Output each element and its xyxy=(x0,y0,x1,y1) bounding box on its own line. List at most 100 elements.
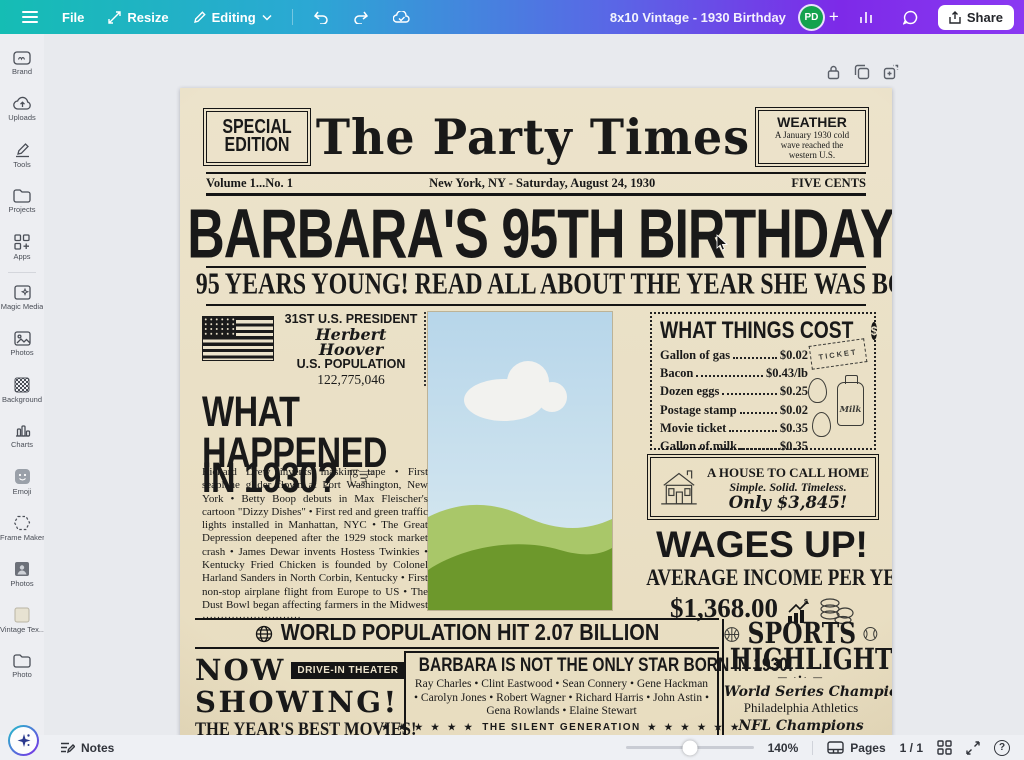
page-controls xyxy=(826,64,899,80)
canvas-area: SPECIAL EDITION The Party Times WEATHER … xyxy=(44,34,1024,735)
document-title[interactable]: 8x10 Vintage - 1930 Birthday xyxy=(610,10,786,25)
tools-icon xyxy=(14,142,31,158)
cloud-check-icon xyxy=(393,11,410,24)
dollar-icon: $ xyxy=(871,322,878,340)
pencil-icon xyxy=(193,11,206,24)
lock-icon[interactable] xyxy=(826,64,841,80)
sports-highlights-block[interactable]: SPORTS HIGHLIGHTS — ·•· — World Series C… xyxy=(722,619,878,736)
grid-view-button[interactable] xyxy=(937,740,952,755)
charts-icon xyxy=(14,423,31,438)
egg-illustration xyxy=(812,412,831,437)
house-ad-box[interactable]: A HOUSE TO CALL HOME Simple. Solid. Time… xyxy=(650,457,876,517)
us-flag-image xyxy=(202,316,274,361)
subheadline[interactable]: 95 YEARS YOUNG! READ ALL ABOUT THE YEAR … xyxy=(180,271,892,299)
sidebar-item-tools[interactable]: Tools xyxy=(0,132,44,178)
celebrity-names: Ray Charles • Clint Eastwood • Sean Conn… xyxy=(413,678,710,719)
file-menu-button[interactable]: File xyxy=(52,4,94,31)
house-price: Only $3,845! xyxy=(707,495,869,510)
resize-button[interactable]: Resize xyxy=(98,4,178,31)
sidebar-item-brand[interactable]: Brand xyxy=(0,40,44,86)
expand-icon xyxy=(966,741,980,755)
volume-number: Volume 1...No. 1 xyxy=(206,176,293,191)
sidebar-item-photos-2[interactable]: Photos xyxy=(0,551,44,597)
zoom-slider[interactable] xyxy=(626,746,754,749)
background-icon xyxy=(14,377,30,393)
headline[interactable]: BARBARA'S 95TH BIRTHDAY xyxy=(180,194,892,264)
cost-illustrations: TICKET Milk xyxy=(806,340,868,444)
sidebar-item-frame-maker[interactable]: Frame Maker xyxy=(0,505,44,551)
add-page-icon[interactable] xyxy=(883,64,899,80)
rule-top xyxy=(206,172,866,174)
cost-list: Gallon of gas$0.02 Bacon$0.43/lb Dozen e… xyxy=(660,346,808,455)
basketball-icon xyxy=(724,626,740,643)
population-banner[interactable]: WORLD POPULATION HIT 2.07 BILLION xyxy=(195,618,719,649)
toolbar-divider xyxy=(292,9,293,25)
file-label: File xyxy=(62,10,84,25)
newspaper-title[interactable]: The Party Times xyxy=(304,108,763,165)
nfl-champions-label: NFL Champions xyxy=(724,718,878,734)
sidebar-item-photos[interactable]: Photos xyxy=(0,321,44,367)
mouse-cursor xyxy=(716,234,729,252)
dateline[interactable]: Volume 1...No. 1 New York, NY - Saturday… xyxy=(206,176,866,191)
wages-subtitle: AVERAGE INCOME PER YEAR xyxy=(646,566,892,592)
fullscreen-button[interactable] xyxy=(966,741,980,755)
page-count: 1 / 1 xyxy=(900,741,923,755)
svg-text:$: $ xyxy=(804,599,808,606)
duplicate-page-icon[interactable] xyxy=(854,64,870,80)
silent-generation-banner: ★ ★ ★ ★ ★ ★ THE SILENT GENERATION ★ ★ ★ … xyxy=(413,722,710,733)
editing-mode-dropdown[interactable]: Editing xyxy=(183,4,282,31)
zoom-level[interactable]: 140% xyxy=(768,741,799,755)
resize-icon xyxy=(108,11,121,24)
invite-member-button[interactable]: + xyxy=(829,7,839,27)
notes-button[interactable]: Notes xyxy=(60,741,114,755)
cost-row: Dozen eggs$0.25 xyxy=(660,382,808,400)
sidebar-item-background[interactable]: Background xyxy=(0,367,44,413)
zoom-slider-handle[interactable] xyxy=(682,740,697,755)
help-button[interactable]: ? xyxy=(994,740,1010,756)
sidebar-item-photo-folder[interactable]: Photo xyxy=(0,643,44,689)
stars-born-box[interactable]: BARBARA IS NOT THE ONLY STAR BORN IN 193… xyxy=(404,651,719,736)
globe-icon xyxy=(255,625,273,643)
sidebar-item-projects[interactable]: Projects xyxy=(0,178,44,224)
comment-bubble-icon xyxy=(903,10,918,25)
undo-button[interactable] xyxy=(303,5,339,30)
weather-box[interactable]: WEATHER A January 1930 cold wave reached… xyxy=(758,110,866,164)
design-page[interactable]: SPECIAL EDITION The Party Times WEATHER … xyxy=(180,88,892,736)
comments-button[interactable] xyxy=(893,4,928,31)
now-showing-block[interactable]: NOW DRIVE-IN THEATER SHOWING! THE YEAR'S… xyxy=(195,653,401,736)
baseball-icon xyxy=(863,626,878,642)
cloud-save-status[interactable] xyxy=(383,5,420,30)
sparkle-icon xyxy=(16,733,31,748)
chevron-down-icon xyxy=(262,14,272,21)
bar-chart-icon xyxy=(859,10,873,24)
sidebar-item-magic-media[interactable]: Magic Media xyxy=(0,275,44,321)
assistant-button[interactable] xyxy=(8,725,39,756)
main-menu-button[interactable] xyxy=(12,5,48,29)
what-happened-body[interactable]: Richard Drew invents masking tape • Firs… xyxy=(202,466,428,626)
population-label: U.S. POPULATION xyxy=(282,357,420,372)
sidebar-item-vintage-textures[interactable]: Vintage Tex... xyxy=(0,597,44,643)
sidebar-item-uploads[interactable]: Uploads xyxy=(0,86,44,132)
photo-placeholder[interactable] xyxy=(428,312,612,610)
left-sidebar: Brand Uploads Tools Projects Apps Magic … xyxy=(0,34,44,735)
apps-icon xyxy=(14,234,30,250)
photos-thumb-icon xyxy=(14,561,30,577)
share-button[interactable]: Share xyxy=(938,5,1014,30)
president-block[interactable]: 31ST U.S. PRESIDENT Herbert Hoover U.S. … xyxy=(202,312,426,386)
cost-row: Bacon$0.43/lb xyxy=(660,364,808,382)
ticket-illustration: TICKET xyxy=(809,338,868,370)
sidebar-item-charts[interactable]: Charts xyxy=(0,413,44,459)
pages-button[interactable]: Pages xyxy=(827,741,885,755)
special-edition-box[interactable]: SPECIAL EDITION xyxy=(206,111,308,163)
world-series-label: World Series Champions xyxy=(724,684,878,700)
avatar[interactable]: PD xyxy=(800,6,823,29)
sidebar-item-apps[interactable]: Apps xyxy=(0,224,44,270)
what-things-cost-box[interactable]: WHAT THINGS COST $ Gallon of gas$0.02 Ba… xyxy=(650,312,876,450)
wages-block[interactable]: WAGES UP! AVERAGE INCOME PER YEAR $1,368… xyxy=(642,524,882,624)
grid-view-icon xyxy=(937,740,952,755)
hamburger-icon xyxy=(22,11,38,23)
insights-button[interactable] xyxy=(849,4,883,30)
redo-button[interactable] xyxy=(343,5,379,30)
sidebar-item-emoji[interactable]: Emoji xyxy=(0,459,44,505)
cost-row: Gallon of milk$0.35 xyxy=(660,437,808,455)
